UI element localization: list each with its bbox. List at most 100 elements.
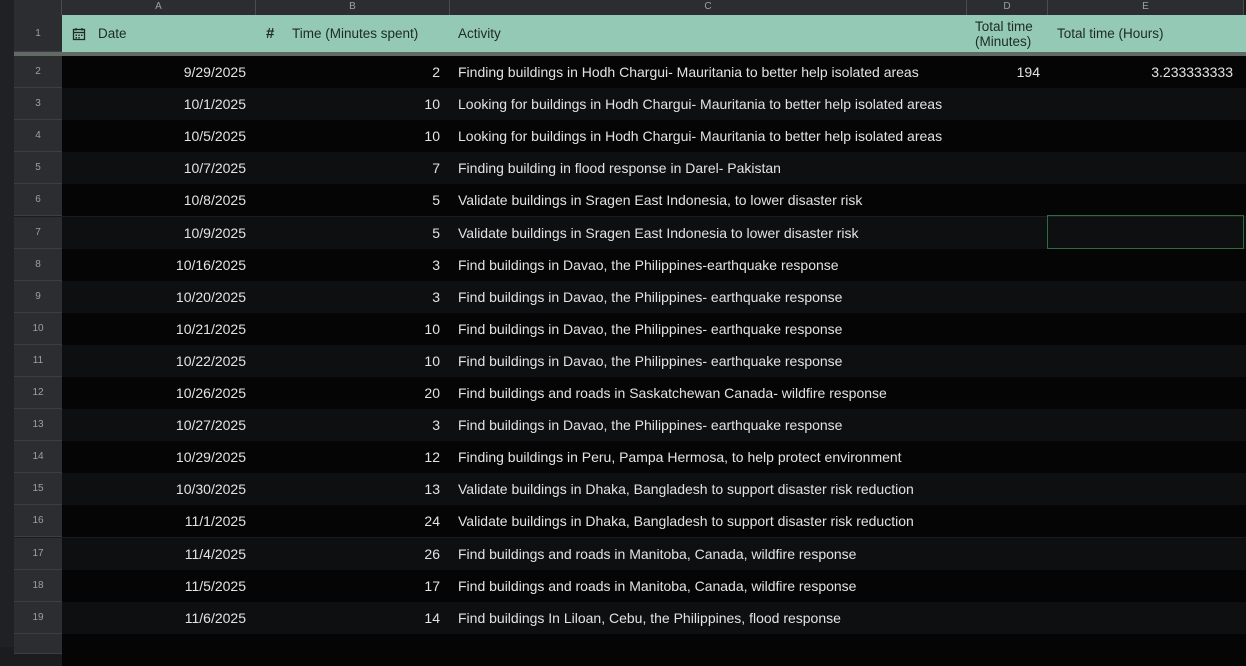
cell-total-minutes[interactable] xyxy=(967,538,1040,570)
cell-minutes[interactable]: 7 xyxy=(256,152,440,184)
cell-total-hours[interactable] xyxy=(1048,473,1233,505)
header-total-minutes[interactable]: Total time (Minutes) xyxy=(975,15,1045,52)
cell-total-minutes[interactable] xyxy=(967,441,1040,473)
cell-activity[interactable]: Find buildings and roads in Manitoba, Ca… xyxy=(458,538,968,570)
cell-minutes[interactable]: 3 xyxy=(256,249,440,281)
cell-total-hours[interactable] xyxy=(1048,441,1233,473)
cell-total-hours[interactable] xyxy=(1048,409,1233,441)
cell-total-hours[interactable] xyxy=(1048,505,1233,537)
cell-date[interactable]: 10/16/2025 xyxy=(62,249,246,281)
row-header[interactable]: 8 xyxy=(14,248,62,281)
cell-date[interactable]: 10/1/2025 xyxy=(62,88,246,120)
cell-date[interactable]: 11/4/2025 xyxy=(62,538,246,570)
selected-cell[interactable] xyxy=(1047,215,1244,249)
cell-activity[interactable]: Find buildings in Davao, the Philippines… xyxy=(458,281,968,313)
cell-date[interactable]: 11/1/2025 xyxy=(62,505,246,537)
row-header[interactable]: 3 xyxy=(14,88,62,121)
cell-date[interactable]: 10/5/2025 xyxy=(62,120,246,152)
cell-minutes[interactable]: 10 xyxy=(256,313,440,345)
cell-total-minutes[interactable] xyxy=(967,602,1040,634)
cell-minutes[interactable]: 10 xyxy=(256,88,440,120)
cell-activity[interactable]: Find buildings in Davao, the Philippines… xyxy=(458,345,968,377)
cell-activity[interactable]: Find buildings in Davao, the Philippines… xyxy=(458,249,968,281)
cell-total-hours[interactable] xyxy=(1048,184,1233,216)
cell-date[interactable]: 9/29/2025 xyxy=(62,56,246,88)
column-header-e[interactable]: E xyxy=(1048,0,1244,15)
cell-total-minutes[interactable] xyxy=(967,505,1040,537)
cell-date[interactable]: 10/30/2025 xyxy=(62,473,246,505)
row-header[interactable]: 10 xyxy=(14,312,62,345)
cell-total-minutes[interactable] xyxy=(967,345,1040,377)
cell-minutes[interactable]: 12 xyxy=(256,441,440,473)
cell-minutes[interactable]: 10 xyxy=(256,345,440,377)
cell-total-hours[interactable] xyxy=(1048,88,1233,120)
header-date[interactable]: Date xyxy=(98,15,127,52)
cell-total-minutes[interactable] xyxy=(967,184,1040,216)
cell-total-hours[interactable] xyxy=(1048,377,1233,409)
header-minutes[interactable]: Time (Minutes spent) xyxy=(292,15,418,52)
column-header-b[interactable]: B xyxy=(256,0,450,15)
row-header[interactable]: 13 xyxy=(14,409,62,442)
cell-total-minutes[interactable] xyxy=(967,313,1040,345)
cell-activity[interactable]: Validate buildings in Sragen East Indone… xyxy=(458,217,968,249)
cell-total-hours[interactable] xyxy=(1048,538,1233,570)
cell-minutes[interactable]: 3 xyxy=(256,409,440,441)
cell-total-hours[interactable] xyxy=(1048,152,1233,184)
row-header[interactable]: 9 xyxy=(14,280,62,313)
cell-total-minutes[interactable] xyxy=(967,152,1040,184)
cell-activity[interactable]: Validate buildings in Sragen East Indone… xyxy=(458,184,968,216)
column-header-d[interactable]: D xyxy=(967,0,1048,15)
select-all-corner[interactable] xyxy=(14,0,62,15)
cell-activity[interactable]: Validate buildings in Dhaka, Bangladesh … xyxy=(458,505,968,537)
cell-total-minutes[interactable] xyxy=(967,120,1040,152)
cell-activity[interactable]: Finding building in flood response in Da… xyxy=(458,152,968,184)
cell-date[interactable]: 10/20/2025 xyxy=(62,281,246,313)
cell-minutes[interactable]: 5 xyxy=(256,184,440,216)
cell-total-minutes[interactable] xyxy=(967,570,1040,602)
cell-date[interactable]: 10/27/2025 xyxy=(62,409,246,441)
cell-date[interactable]: 10/26/2025 xyxy=(62,377,246,409)
cell-date[interactable]: 10/9/2025 xyxy=(62,217,246,249)
cell-minutes[interactable]: 17 xyxy=(256,570,440,602)
row-header[interactable]: 19 xyxy=(14,601,62,634)
row-header[interactable]: 15 xyxy=(14,473,62,506)
column-header-c[interactable]: C xyxy=(450,0,967,15)
cell-date[interactable]: 10/8/2025 xyxy=(62,184,246,216)
cell-total-hours[interactable] xyxy=(1048,313,1233,345)
cell-minutes[interactable]: 24 xyxy=(256,505,440,537)
cell-date[interactable]: 10/22/2025 xyxy=(62,345,246,377)
cell-date[interactable]: 11/6/2025 xyxy=(62,602,246,634)
row-header[interactable]: 7 xyxy=(14,216,62,249)
cell-total-minutes[interactable] xyxy=(967,377,1040,409)
cell-minutes[interactable]: 5 xyxy=(256,217,440,249)
cell-total-hours[interactable] xyxy=(1048,120,1233,152)
row-header[interactable]: 17 xyxy=(14,537,62,570)
cell-activity[interactable]: Find buildings in Davao, the Philippines… xyxy=(458,409,968,441)
header-total-hours[interactable]: Total time (Hours) xyxy=(1057,15,1164,52)
cell-total-minutes[interactable] xyxy=(967,473,1040,505)
cell-total-minutes[interactable] xyxy=(967,409,1040,441)
cell-activity[interactable]: Find buildings In Liloan, Cebu, the Phil… xyxy=(458,602,968,634)
column-header-a[interactable]: A xyxy=(62,0,256,15)
cell-minutes[interactable]: 10 xyxy=(256,120,440,152)
row-header[interactable]: 2 xyxy=(14,56,62,88)
cell-activity[interactable]: Looking for buildings in Hodh Chargui- M… xyxy=(458,88,968,120)
cell-activity[interactable]: Looking for buildings in Hodh Chargui- M… xyxy=(458,120,968,152)
cell-activity[interactable]: Finding buildings in Peru, Pampa Hermosa… xyxy=(458,441,968,473)
cell-activity[interactable]: Find buildings in Davao, the Philippines… xyxy=(458,313,968,345)
cell-activity[interactable]: Validate buildings in Dhaka, Bangladesh … xyxy=(458,473,968,505)
header-activity[interactable]: Activity xyxy=(458,15,501,52)
cell-total-hours[interactable]: 3.233333333 xyxy=(1048,56,1233,88)
cell-total-minutes[interactable] xyxy=(967,281,1040,313)
cell-date[interactable]: 10/21/2025 xyxy=(62,313,246,345)
cell-activity[interactable]: Finding buildings in Hodh Chargui- Mauri… xyxy=(458,56,968,88)
row-header[interactable]: 5 xyxy=(14,152,62,185)
cell-total-hours[interactable] xyxy=(1048,570,1233,602)
cell-total-hours[interactable] xyxy=(1048,281,1233,313)
cell-date[interactable]: 10/29/2025 xyxy=(62,441,246,473)
cell-date[interactable]: 10/7/2025 xyxy=(62,152,246,184)
row-header[interactable]: 4 xyxy=(14,120,62,153)
cell-minutes[interactable]: 3 xyxy=(256,281,440,313)
row-header[interactable]: 18 xyxy=(14,569,62,602)
row-header[interactable]: 11 xyxy=(14,344,62,377)
